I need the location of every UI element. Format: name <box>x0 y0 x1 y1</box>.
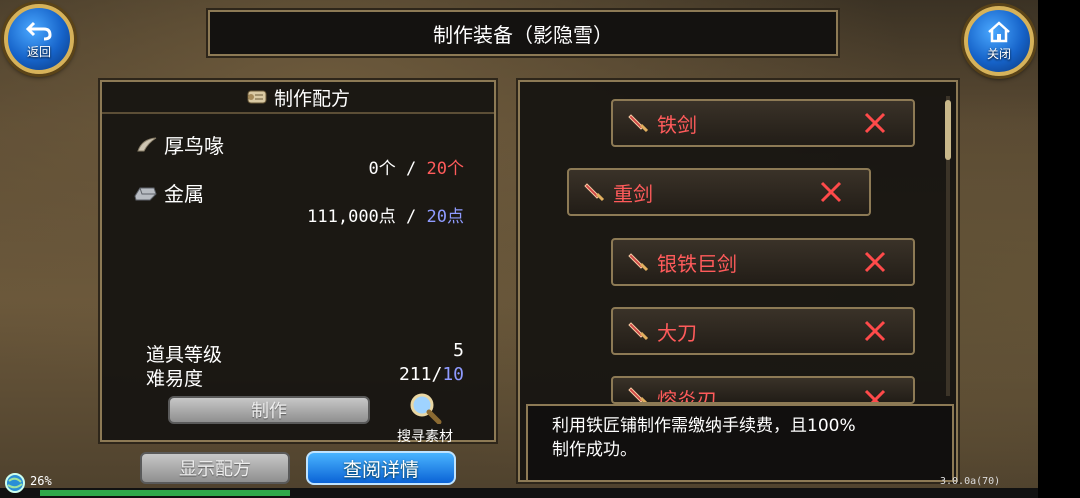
weapon-name: 熔炎刃 <box>657 388 717 404</box>
close-label: 关闭 <box>986 46 1011 61</box>
page-title: 制作装备（影隐雪） <box>206 8 840 58</box>
weapon-list-item[interactable]: 重剑 <box>567 168 871 216</box>
difficulty-value: 211/10 <box>370 364 464 385</box>
material-quantity: 111,000点 / 20点 <box>250 202 464 227</box>
close-icon <box>864 251 886 273</box>
material-name: 厚鸟喙 <box>164 134 224 158</box>
difficulty-label: 难易度 <box>146 368 204 390</box>
sword-icon <box>628 253 649 272</box>
close-icon <box>864 389 886 402</box>
view-details-label: 查阅详情 <box>342 458 419 481</box>
weapon-list-item[interactable]: 银铁巨剑 <box>611 238 915 286</box>
material-quantity: 0个 / 20个 <box>300 154 464 179</box>
material-row: 金属 <box>132 178 204 207</box>
close-icon <box>864 320 886 342</box>
exp-percent: 26% <box>30 474 52 488</box>
recipe-header: 制作配方 <box>102 82 494 114</box>
tooltip-line: 利用铁匠铺制作需缴纳手续费，且100% <box>552 416 856 436</box>
weapon-name: 铁剑 <box>657 112 697 137</box>
metal-ingot-icon <box>134 187 157 200</box>
sword-icon <box>584 183 605 202</box>
material-need: 20点 <box>426 207 464 227</box>
beak-icon <box>137 137 157 151</box>
view-details-button[interactable]: 查阅详情 <box>306 451 456 485</box>
difficulty-have: 211/ <box>398 364 443 385</box>
search-material-label: 搜寻素材 <box>397 429 453 445</box>
sword-icon <box>628 114 649 133</box>
craft-label: 制作 <box>251 401 287 422</box>
material-sep: / <box>395 159 427 179</box>
material-have: 111,000点 <box>307 207 396 227</box>
material-need: 20个 <box>426 159 464 179</box>
material-sep: / <box>395 207 427 227</box>
version-label: 3.0.0a(70) <box>940 476 1001 487</box>
back-arrow-icon <box>26 21 52 40</box>
sword-icon <box>628 387 648 402</box>
globe-icon <box>5 473 25 493</box>
info-tooltip: 利用铁匠铺制作需缴纳手续费，且100% 制作成功。 <box>526 404 954 482</box>
list-scrollbar-thumb[interactable] <box>945 100 951 160</box>
magnifier-icon <box>410 393 442 424</box>
exp-bar-fill <box>40 490 290 496</box>
item-level-label: 道具等级 <box>146 344 223 366</box>
back-button[interactable]: 返回 <box>4 4 74 74</box>
weapon-list-item[interactable]: 大刀 <box>611 307 915 355</box>
craft-button[interactable]: 制作 <box>168 396 370 424</box>
right-black-bar <box>1038 0 1080 498</box>
show-recipe-button[interactable]: 显示配方 <box>140 452 290 484</box>
tooltip-line: 制作成功。 <box>552 440 637 460</box>
material-row: 厚鸟喙 <box>136 130 224 159</box>
weapon-list-item[interactable]: 铁剑 <box>611 99 915 147</box>
weapon-name: 重剑 <box>613 181 653 206</box>
show-recipe-label: 显示配方 <box>179 459 251 480</box>
weapon-name: 大刀 <box>657 320 697 345</box>
material-have: 0个 <box>368 159 396 179</box>
weapon-list-item[interactable]: 熔炎刃 <box>611 376 915 404</box>
material-name: 金属 <box>164 182 204 206</box>
recipe-header-label: 制作配方 <box>273 87 350 110</box>
close-icon <box>864 112 886 134</box>
close-button[interactable]: 关闭 <box>964 6 1034 76</box>
search-material-button[interactable]: 搜寻素材 <box>390 392 460 446</box>
item-level-value: 5 <box>453 340 464 361</box>
weapon-name: 银铁巨剑 <box>657 251 737 276</box>
home-icon <box>988 20 1010 42</box>
difficulty-max: 10 <box>442 364 464 385</box>
title-text: 制作装备（影隐雪） <box>433 22 613 47</box>
recipe-scroll-icon <box>247 90 267 104</box>
back-label: 返回 <box>26 44 51 59</box>
close-icon <box>820 181 842 203</box>
sword-icon <box>628 322 649 341</box>
